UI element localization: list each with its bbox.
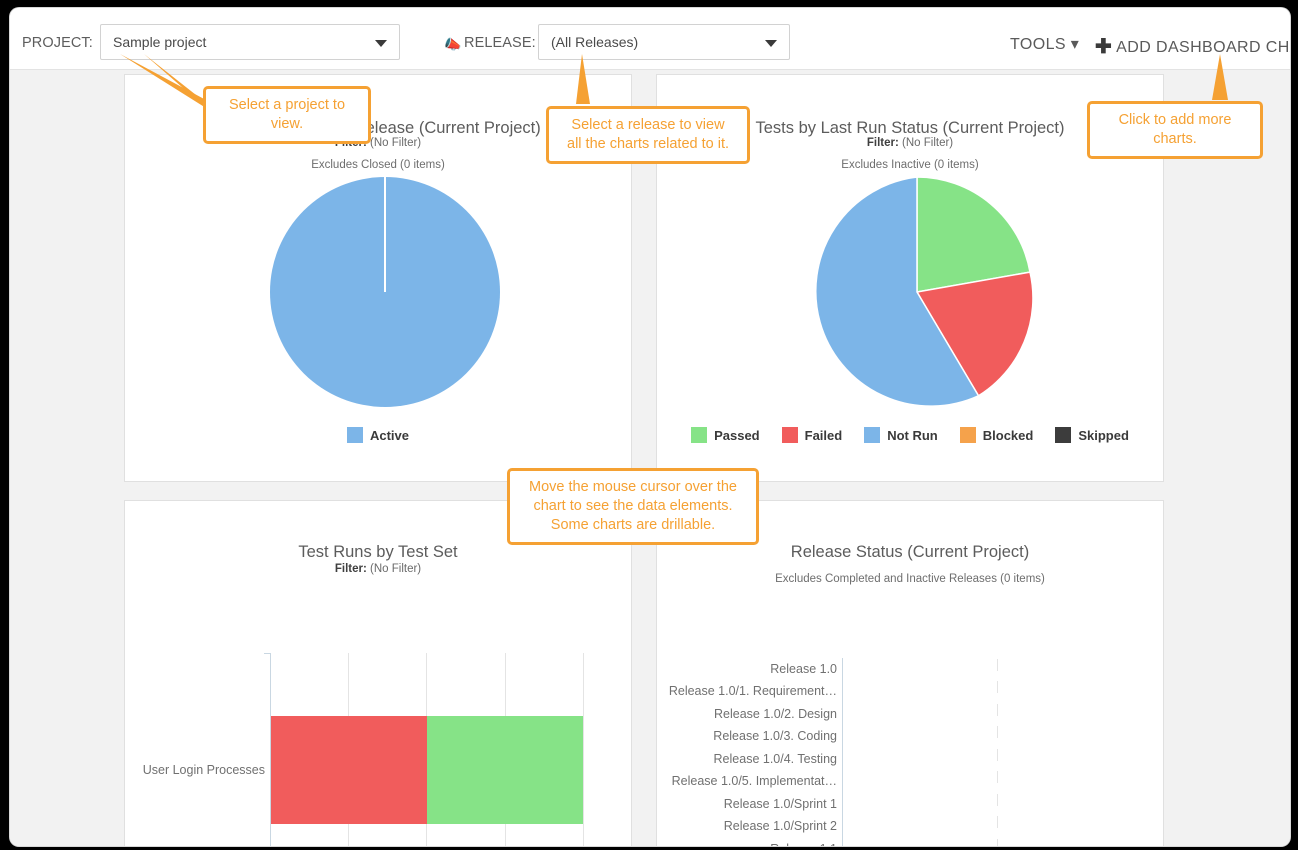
callout-hover-chart: Move the mouse cursor over the chart to … [507, 468, 759, 545]
callout-line: all the charts related to it. [567, 136, 729, 152]
callout-line: Select a release to view [571, 117, 725, 133]
callout-add-charts: Click to add more charts. [1087, 101, 1263, 159]
callout-select-release: Select a release to view all the charts … [546, 106, 750, 164]
dashboard-board: Defects by Status, Release (Current Proj… [10, 54, 1290, 846]
callout-line: chart to see the data elements. [533, 498, 733, 514]
callout-line: Move the mouse cursor over the [529, 479, 737, 495]
application-window: PROJECT: Sample project 📣 RELEASE: (All … [10, 8, 1290, 846]
callout-select-project: Select a project to view. [203, 86, 371, 144]
callout-line: Some charts are drillable. [550, 517, 716, 533]
